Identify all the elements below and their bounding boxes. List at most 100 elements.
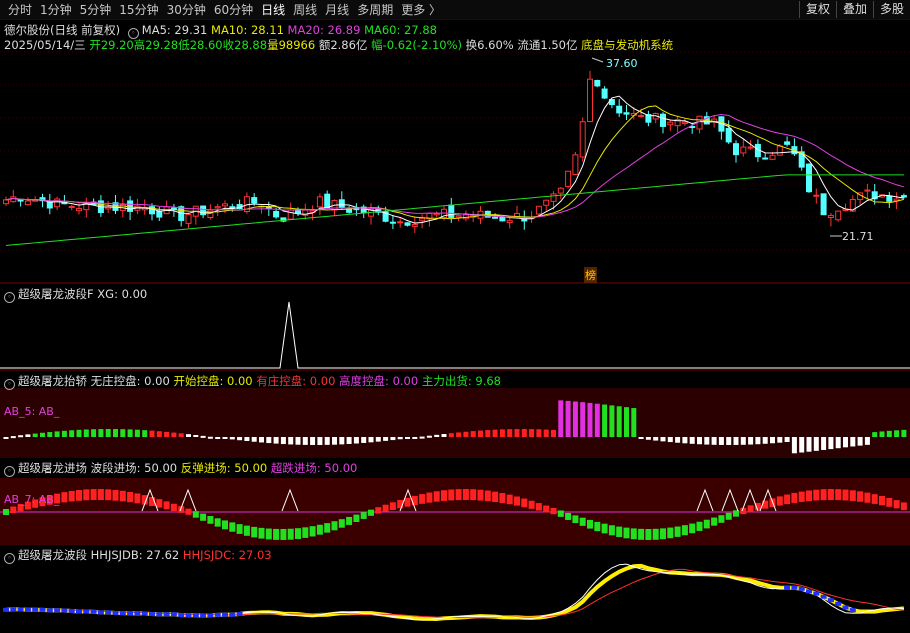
abs-bar [40, 432, 45, 437]
abs-bar [806, 437, 812, 452]
candle-body [579, 121, 586, 158]
wave-blue-seg [170, 612, 177, 617]
entry-block [806, 490, 812, 502]
abs-bar [193, 434, 199, 437]
entry-block [630, 528, 637, 540]
concept-label[interactable]: 底盘与发动机系统 [581, 38, 673, 52]
candle-body [273, 210, 280, 218]
panel3-title[interactable]: 超级屠龙进场 [18, 461, 87, 475]
entry-block [499, 493, 506, 504]
panel2-settings-icon[interactable]: ◦ [4, 379, 15, 390]
candles [3, 70, 907, 233]
entry-block [528, 500, 535, 509]
entry-block [76, 490, 82, 501]
panel1-settings-icon[interactable]: ◦ [4, 292, 15, 303]
wave-blue-seg [192, 613, 199, 618]
abs-bar [18, 435, 24, 438]
abs-bar [368, 437, 374, 443]
abs-bar [266, 437, 272, 444]
entry-block [594, 521, 601, 532]
panel2-c: 有庄控盘: 0.00 [256, 374, 336, 388]
candle-body [550, 193, 557, 202]
abs-bar [390, 437, 396, 441]
abs-bar [894, 430, 900, 437]
panel2-header: ◦ 超级屠龙抬轿 无庄控盘: 0.00 开始控盘: 0.00 有庄控盘: 0.00… [4, 373, 501, 390]
panel1-title[interactable]: 超级屠龙波段F [18, 287, 94, 301]
wave-blue-seg [178, 613, 185, 618]
panel2-title[interactable]: 超级屠龙抬轿 [18, 374, 87, 388]
candle-body [419, 217, 426, 222]
candle-body [46, 201, 53, 209]
stock-name[interactable]: 德尔股份(日线 前复权) [4, 23, 120, 37]
entry-block [3, 509, 9, 515]
candle-body [725, 127, 732, 143]
entry-block [484, 490, 491, 502]
panel4-title[interactable]: 超级屠龙波段 [18, 548, 87, 562]
panel3-settings-icon[interactable]: ◦ [4, 466, 15, 477]
entry-block [791, 492, 798, 503]
abs-bar [667, 437, 673, 443]
wave-blue-seg [827, 598, 834, 603]
candle-body [185, 214, 192, 224]
entry-block [375, 507, 382, 514]
abs-bar [587, 402, 593, 437]
candle-body [835, 210, 842, 221]
candle-body [338, 199, 345, 209]
abs-bar [456, 432, 462, 437]
entry-block [236, 524, 243, 534]
abs-bar [200, 435, 206, 438]
abs-bar [361, 437, 367, 443]
candle-body [864, 189, 871, 192]
high-pointer [591, 57, 604, 63]
quote-low: 低28.60 [178, 38, 223, 52]
abs-bar [631, 408, 637, 437]
abs-bar [784, 437, 790, 443]
candle-body [572, 154, 579, 176]
abs-bar [463, 431, 469, 437]
quote-close: 收28.88 [222, 38, 268, 52]
wave-blue-seg [813, 591, 820, 596]
abs-bar [171, 432, 177, 437]
wave-blue-seg [76, 609, 82, 614]
abs-bar [54, 431, 60, 437]
panel3-a: 波段进场: 50.00 [90, 461, 178, 475]
abs-bar [543, 429, 549, 437]
panel2-e: 主力出货: 9.68 [421, 374, 501, 388]
wave-blue-seg [46, 608, 53, 613]
kline-chart[interactable] [0, 0, 910, 633]
panel3-bg [0, 478, 910, 543]
candle-body [806, 163, 812, 193]
abs-bar [770, 437, 775, 444]
entry-block [200, 513, 207, 521]
abs-bar [492, 429, 498, 437]
abs-bar [799, 437, 805, 453]
candle-body [251, 197, 258, 204]
candle-body [455, 215, 462, 218]
entry-block [543, 505, 550, 513]
entry-block [192, 511, 199, 518]
entry-block [733, 510, 739, 517]
entry-block [119, 490, 126, 502]
abs-bar [594, 403, 600, 437]
candle-body [594, 79, 601, 87]
abs-bar [879, 431, 885, 437]
panel4-settings-icon[interactable]: ◦ [4, 553, 15, 564]
entry-block [265, 528, 272, 540]
entry-block [273, 528, 280, 540]
wave-blue-seg [3, 607, 9, 612]
abs-bar [448, 433, 454, 437]
candle-body [492, 216, 499, 219]
abs-bar [346, 437, 352, 444]
entry-block [97, 489, 104, 501]
entry-block [338, 519, 345, 528]
abs-bar [485, 430, 491, 437]
ranking-badge[interactable]: 榜 [584, 267, 597, 283]
abs-bar [470, 431, 476, 437]
abs-bar [682, 437, 688, 444]
entry-block [251, 526, 258, 538]
high-price-label: 37.60 [606, 57, 638, 70]
entry-block [623, 527, 630, 539]
entry-block [660, 528, 666, 540]
abs-bar [740, 437, 746, 445]
abs-bar [142, 430, 148, 437]
